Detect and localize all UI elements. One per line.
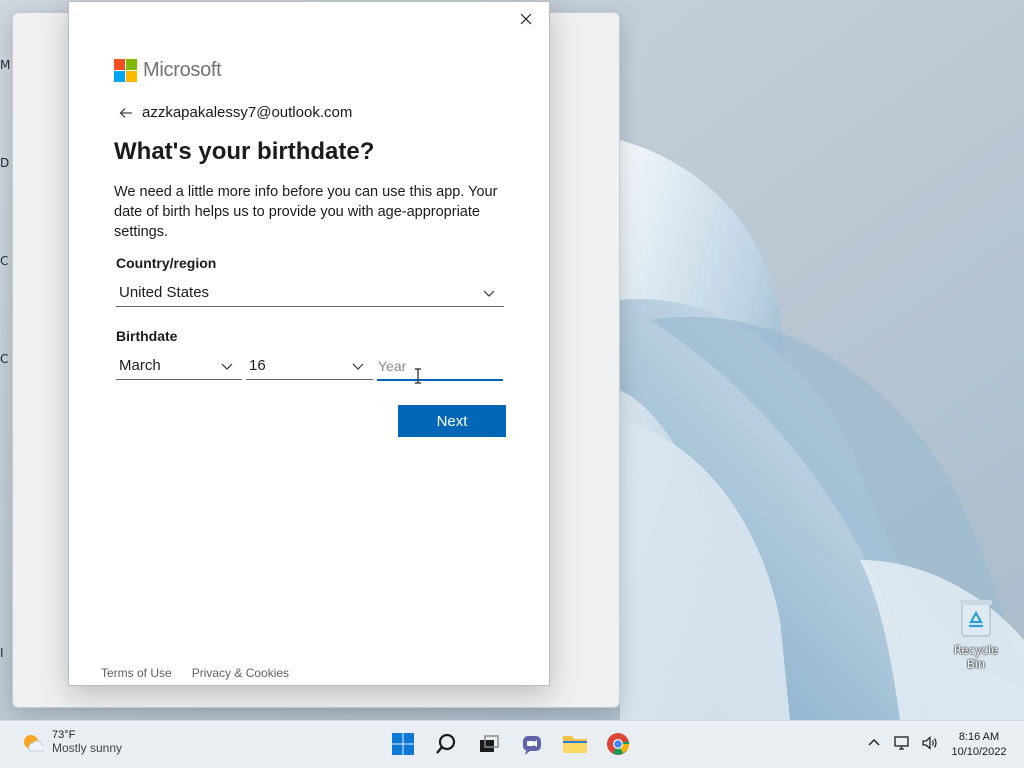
- desktop-icon-label[interactable]: I: [0, 646, 4, 660]
- chat-button[interactable]: [517, 729, 547, 759]
- back-arrow-icon[interactable]: [118, 105, 134, 121]
- volume-icon: [922, 736, 937, 750]
- search-icon: [436, 733, 456, 754]
- taskbar-pinned-apps: [388, 729, 633, 759]
- chevron-up-icon: [868, 739, 880, 746]
- day-select[interactable]: 16: [246, 352, 373, 380]
- partly-sunny-icon: [24, 735, 44, 752]
- dialog-titlebar: [69, 2, 549, 36]
- dialog-footer: Terms of Use Privacy & Cookies: [101, 666, 289, 680]
- next-button[interactable]: Next: [398, 405, 506, 437]
- country-value: United States: [119, 284, 210, 301]
- chrome-button[interactable]: [603, 729, 633, 759]
- file-explorer-button[interactable]: [560, 729, 590, 759]
- desktop-icon-label[interactable]: C: [0, 254, 8, 268]
- page-description: We need a little more info before you ca…: [114, 184, 498, 240]
- close-button[interactable]: [511, 6, 541, 32]
- country-select[interactable]: United States: [116, 279, 504, 307]
- birthdate-label: Birthdate: [116, 328, 178, 344]
- weather-widget[interactable]: 73°F Mostly sunny: [20, 729, 122, 755]
- month-select[interactable]: March: [116, 352, 242, 380]
- microsoft-wordmark: Microsoft: [143, 59, 222, 81]
- start-button[interactable]: [388, 729, 418, 759]
- microsoft-logo: Microsoft: [114, 59, 222, 82]
- month-value: March: [119, 357, 161, 374]
- task-view-icon: [480, 735, 499, 752]
- microsoft-account-dialog: Microsoft azzkapakalessy7@outlook.com Wh…: [68, 1, 550, 686]
- file-explorer-icon: [563, 736, 587, 753]
- account-identity-banner[interactable]: azzkapakalessy7@outlook.com: [118, 104, 352, 121]
- chevron-down-icon: [221, 363, 233, 370]
- chrome-icon: [607, 733, 629, 755]
- account-email: azzkapakalessy7@outlook.com: [142, 104, 353, 121]
- recycle-bin-label: Recycle Bin: [953, 643, 999, 671]
- taskbar-clock[interactable]: 8:16 AM 10/10/2022: [940, 730, 1018, 760]
- recycle-bin[interactable]: Recycle Bin: [944, 598, 1008, 671]
- weather-temperature: 73°F: [52, 729, 76, 741]
- system-tray: [864, 733, 940, 753]
- privacy-cookies-link[interactable]: Privacy & Cookies: [192, 666, 289, 680]
- chevron-down-icon: [483, 290, 495, 297]
- search-button[interactable]: [431, 729, 461, 759]
- terms-of-use-link[interactable]: Terms of Use: [101, 666, 172, 680]
- network-icon: [894, 736, 909, 750]
- chevron-down-icon: [352, 363, 364, 370]
- task-view-button[interactable]: [474, 729, 504, 759]
- recycle-bin-icon: [960, 600, 992, 637]
- close-icon: [520, 13, 532, 25]
- country-label: Country/region: [116, 255, 217, 271]
- clock-time: 8:16 AM: [958, 731, 1000, 743]
- desktop-icon-label[interactable]: C: [0, 352, 8, 366]
- year-input[interactable]: [377, 352, 503, 381]
- chat-icon: [523, 736, 541, 755]
- show-hidden-icons-button[interactable]: [864, 733, 884, 753]
- page-title: What's your birthdate?: [114, 138, 375, 165]
- volume-button[interactable]: [920, 733, 940, 753]
- network-button[interactable]: [892, 733, 912, 753]
- clock-date: 10/10/2022: [951, 746, 1007, 758]
- microsoft-logo-icon: [114, 59, 137, 82]
- taskbar: 73°F Mostly sunny 8:16 AM 10/10/2022: [0, 720, 1024, 768]
- desktop-icon-label[interactable]: M: [0, 58, 10, 72]
- day-value: 16: [249, 357, 266, 374]
- weather-condition: Mostly sunny: [52, 741, 123, 755]
- text-cursor-icon: [415, 368, 421, 384]
- desktop-icon-label[interactable]: D: [0, 156, 9, 170]
- start-icon: [392, 733, 414, 755]
